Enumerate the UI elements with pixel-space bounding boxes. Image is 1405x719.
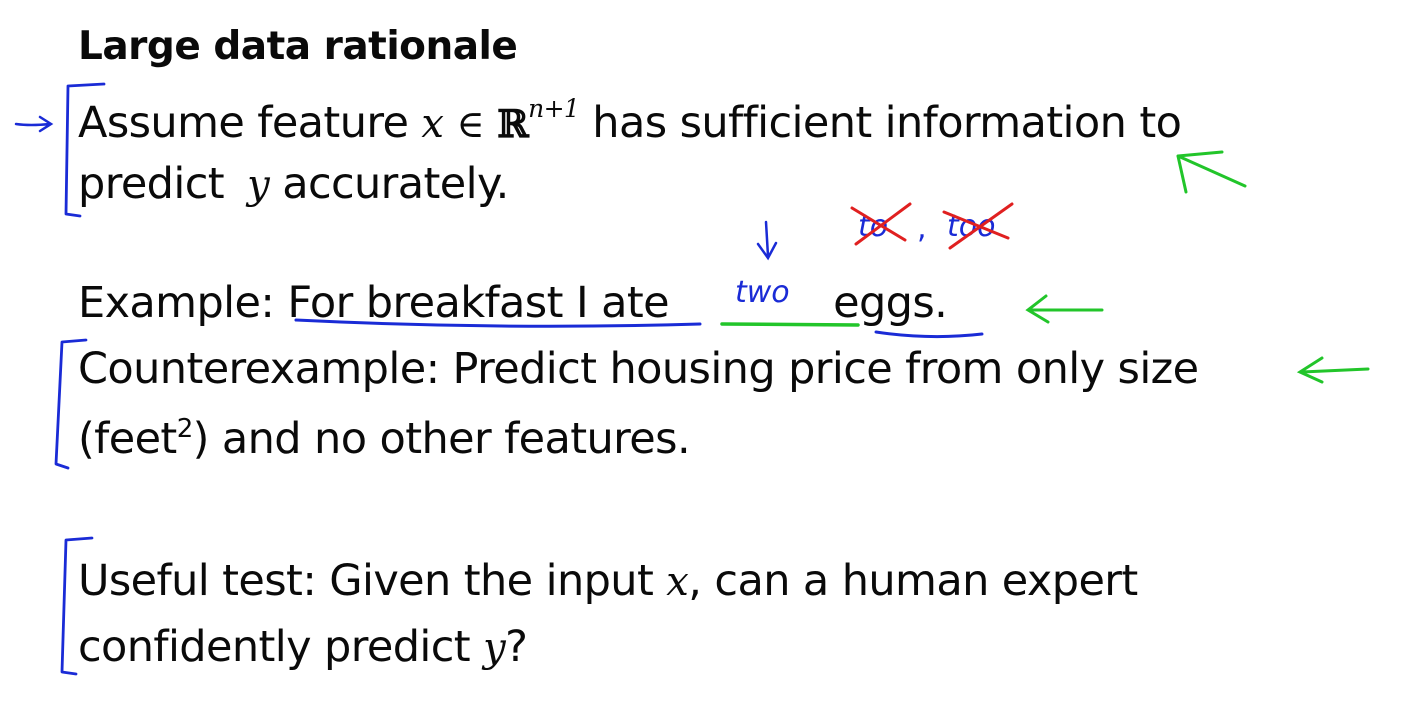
- struck-word-too: too: [947, 209, 995, 244]
- example-label: Example:: [78, 278, 275, 328]
- counterexample-exponent: 2: [176, 414, 194, 444]
- assume-suffix: has sufficient information to: [592, 98, 1182, 148]
- useful-test-line-2: confidently predict y?: [78, 625, 528, 671]
- counterexample-line-2: (feet2) and no other features.: [78, 414, 691, 464]
- counterexample-line2-prefix: (feet: [78, 414, 177, 464]
- example-line: Example: For breakfast I ate eggs.: [78, 282, 948, 325]
- math-var-x: x: [421, 101, 444, 147]
- blue-underline-eggs: [874, 330, 984, 339]
- useful-test-suffix: , can a human expert: [688, 556, 1138, 606]
- useful-test-line-1: Useful test: Given the input x, can a hu…: [78, 560, 1138, 603]
- useful-test-line2-prefix: confidently predict: [78, 622, 471, 672]
- blue-right-arrow-icon: [14, 115, 54, 133]
- math-var-x-2: x: [666, 559, 689, 605]
- struck-comma: ,: [917, 211, 927, 246]
- assume-line-1: Assume feature x ∈ ℝn+1 has sufficient i…: [78, 94, 1182, 148]
- red-cross-icon-1: [850, 202, 912, 246]
- assume-line2-suffix: accurately.: [282, 159, 509, 209]
- math-element-of: ∈: [456, 102, 484, 146]
- math-reals: ℝ: [497, 101, 529, 146]
- counterexample-line-1: Counterexample: Predict housing price fr…: [78, 344, 1199, 394]
- red-cross-icon-2: [942, 202, 1014, 250]
- green-arrow-icon-2: [1025, 294, 1104, 324]
- example-sentence-start: For breakfast I ate: [287, 278, 669, 328]
- green-arrow-icon-3: [1296, 356, 1370, 384]
- assume-line2-prefix: predict: [78, 159, 225, 209]
- math-exponent: n+1: [528, 94, 580, 123]
- assume-line-2: predict y accurately.: [78, 163, 509, 206]
- slide: Large data rationale Assume feature x ∈ …: [0, 0, 1405, 719]
- example-sentence-end: eggs.: [833, 278, 948, 328]
- blue-down-arrow-icon: [756, 220, 778, 261]
- math-var-y-2: y: [483, 625, 506, 671]
- assume-prefix: Assume feature: [78, 98, 409, 148]
- useful-test-line2-suffix: ?: [505, 622, 528, 672]
- struck-word-to: to: [858, 209, 888, 244]
- useful-test-prefix: Useful test: Given the input: [78, 556, 654, 606]
- math-var-y: y: [247, 162, 270, 208]
- counterexample-line2-suffix: ) and no other features.: [192, 414, 691, 464]
- green-arrow-icon-1: [1176, 150, 1247, 194]
- slide-title: Large data rationale: [78, 24, 518, 69]
